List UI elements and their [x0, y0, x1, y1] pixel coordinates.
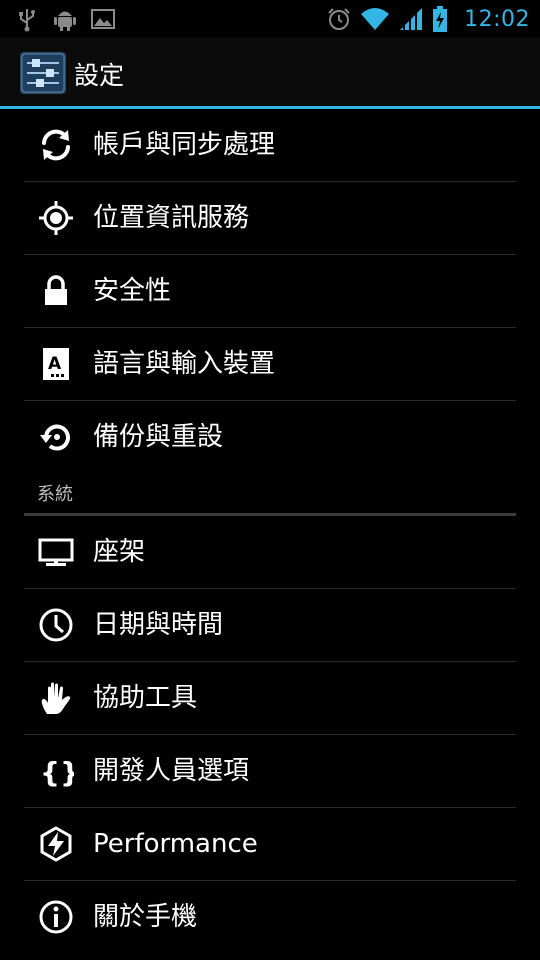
location-icon [39, 201, 73, 235]
settings-item-backup-reset[interactable]: 備份與重設 [0, 401, 540, 473]
battery-charging-icon [433, 6, 448, 32]
page-title: 設定 [74, 61, 125, 90]
settings-item-accounts-sync[interactable]: 帳戶與同步處理 [0, 109, 540, 181]
alarm-icon [328, 8, 350, 30]
settings-item-label: 備份與重設 [93, 422, 224, 452]
svg-text:}: } [60, 756, 74, 789]
usb-icon [19, 9, 35, 32]
info-icon [39, 900, 73, 934]
settings-item-developer-options[interactable]: { } 開發人員選項 [0, 735, 540, 807]
settings-item-label: 語言與輸入裝置 [93, 349, 276, 379]
clock-icon [39, 608, 73, 642]
settings-list: 帳戶與同步處理 位置資訊服務 安全性 A 語言與輸入裝置 備份與重設 系統 座架… [0, 109, 540, 953]
performance-bolt-icon [40, 826, 72, 862]
settings-item-accessibility[interactable]: 協助工具 [0, 662, 540, 734]
backup-restore-icon [40, 424, 70, 451]
settings-item-label: 開發人員選項 [93, 756, 250, 786]
settings-item-dock[interactable]: 座架 [0, 516, 540, 588]
action-bar: 設定 [0, 38, 540, 106]
svg-text:A: A [48, 354, 62, 374]
settings-item-label: 位置資訊服務 [93, 203, 250, 233]
settings-item-label: 協助工具 [93, 683, 198, 713]
android-debug-icon [54, 11, 76, 31]
language-keyboard-icon: A [43, 348, 69, 380]
settings-sliders-icon[interactable] [20, 52, 66, 94]
section-header-system: 系統 [0, 473, 540, 513]
status-clock: 12:02 [464, 6, 530, 32]
settings-item-security[interactable]: 安全性 [0, 255, 540, 327]
settings-item-language-input[interactable]: A 語言與輸入裝置 [0, 328, 540, 400]
svg-text:{: { [40, 756, 60, 789]
lock-icon [45, 275, 67, 305]
settings-item-label: 關於手機 [93, 902, 198, 932]
sync-icon [42, 129, 70, 161]
settings-item-performance[interactable]: Performance [0, 808, 540, 880]
settings-item-label: 安全性 [93, 276, 172, 306]
dock-monitor-icon [38, 538, 74, 566]
hand-icon [41, 682, 71, 714]
signal-icon [400, 8, 423, 30]
settings-item-label: 帳戶與同步處理 [93, 130, 276, 160]
picture-icon [91, 9, 115, 29]
section-title: 系統 [37, 484, 73, 505]
settings-item-label: 日期與時間 [93, 610, 224, 640]
settings-item-location[interactable]: 位置資訊服務 [0, 182, 540, 254]
wifi-icon [361, 8, 390, 30]
braces-icon: { } [40, 756, 74, 789]
settings-item-date-time[interactable]: 日期與時間 [0, 589, 540, 661]
settings-item-label: 座架 [93, 537, 146, 567]
settings-item-about-phone[interactable]: 關於手機 [0, 881, 540, 953]
settings-item-label: Performance [93, 829, 258, 859]
status-bar: 12:02 [0, 0, 540, 38]
